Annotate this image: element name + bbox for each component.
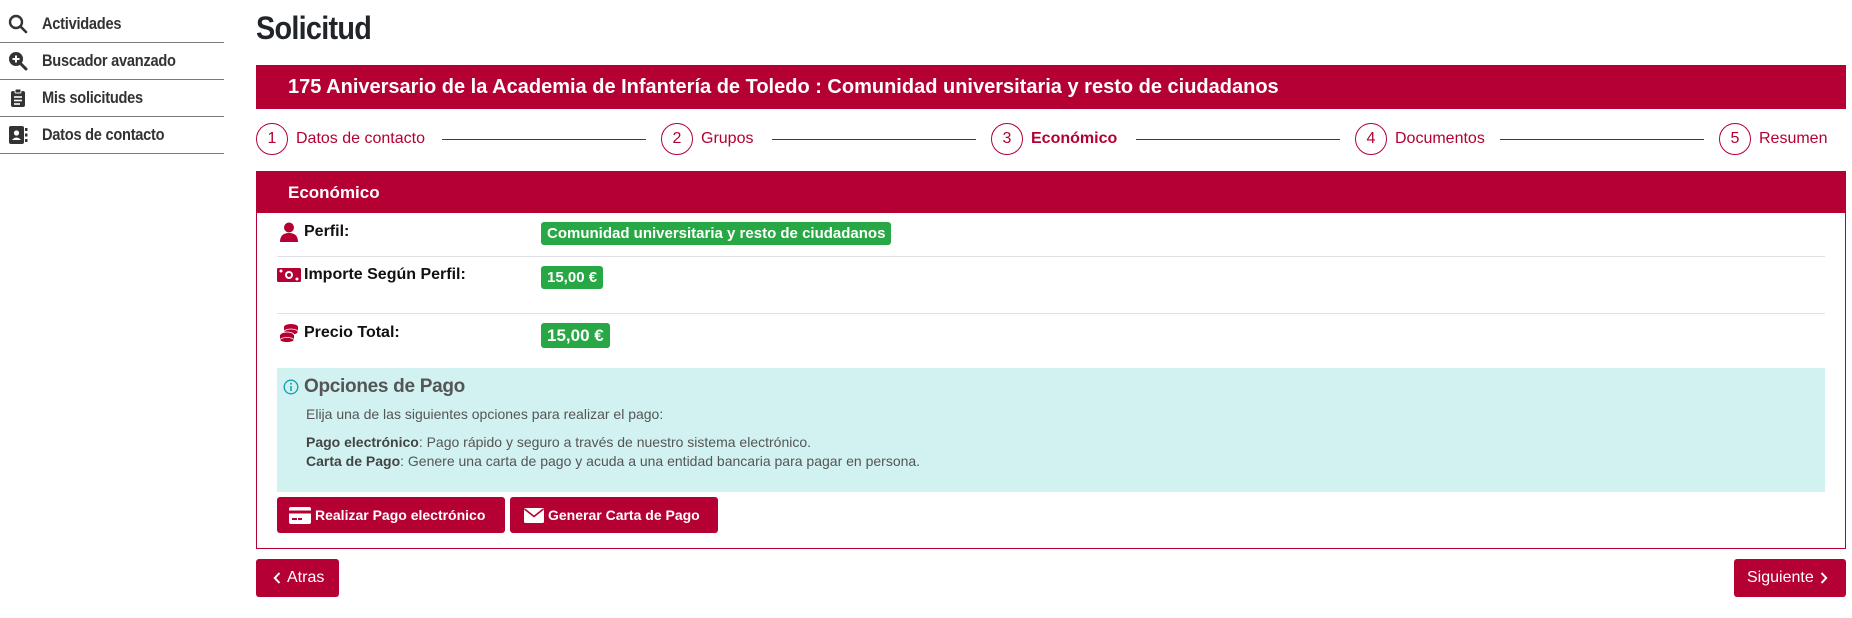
step-label: Grupos [701, 130, 754, 147]
importe-badge: 15,00 € [541, 266, 604, 289]
total-row: Precio Total: 15,00 € [277, 314, 1825, 368]
importe-row: Importe Según Perfil: 15,00 € [277, 257, 1825, 314]
next-button[interactable]: Siguiente [1734, 559, 1846, 597]
step-number: 2 [661, 123, 693, 155]
step-label-active: Económico [1031, 130, 1118, 147]
perfil-row: Perfil: Comunidad universitaria y resto … [277, 213, 1825, 257]
option-name: Pago electrónico [306, 434, 419, 450]
step-number: 4 [1355, 123, 1387, 155]
payment-buttons: Realizar Pago electrónico Generar Carta … [277, 497, 1825, 533]
step-label: Resumen [1759, 130, 1828, 147]
button-label: Atras [287, 569, 325, 586]
payment-options-info: Opciones de Pago Elija una de las siguie… [277, 368, 1825, 492]
step-documentos[interactable]: 4 Documentos [1355, 123, 1485, 155]
step-connector [772, 139, 976, 140]
envelope-icon [524, 507, 544, 523]
search-icon [6, 12, 30, 36]
generate-payment-letter-button[interactable]: Generar Carta de Pago [510, 497, 718, 533]
payment-options-title: Opciones de Pago [304, 376, 465, 397]
importe-label: Importe Según Perfil: [304, 266, 466, 283]
chevron-left-icon [273, 572, 281, 584]
sidebar-item-buscador-avanzado[interactable]: Buscador avanzado [0, 43, 224, 80]
button-label: Siguiente [1747, 569, 1814, 586]
sidebar-item-datos-de-contacto[interactable]: Datos de contacto [0, 117, 224, 154]
total-label: Precio Total: [304, 324, 400, 341]
sidebar-item-label: Mis solicitudes [42, 88, 143, 107]
card-header: Económico [257, 172, 1845, 213]
option-desc: : Pago rápido y seguro a través de nuest… [418, 434, 812, 450]
credit-card-icon [289, 506, 311, 524]
step-connector [1136, 139, 1340, 140]
step-number: 5 [1719, 123, 1751, 155]
payment-intro: Elija una de las siguientes opciones par… [306, 406, 664, 422]
step-label: Documentos [1395, 130, 1485, 147]
payment-option-letter: Carta de Pago: Genere una carta de pago … [306, 453, 1819, 469]
step-number: 3 [991, 123, 1023, 155]
option-desc: : Genere una carta de pago y acuda a una… [400, 453, 921, 469]
step-economico[interactable]: 3 Económico [991, 123, 1117, 155]
step-connector [1500, 139, 1704, 140]
option-name: Carta de Pago [306, 453, 401, 469]
stepper: 1 Datos de contacto 2 Grupos 3 Económico… [256, 109, 1846, 167]
step-datos-de-contacto[interactable]: 1 Datos de contacto [256, 123, 425, 155]
payment-option-electronic: Pago electrónico: Pago rápido y seguro a… [306, 434, 1819, 450]
perfil-label: Perfil: [304, 223, 350, 240]
sidebar-item-actividades[interactable]: Actividades [0, 6, 224, 43]
button-label: Generar Carta de Pago [548, 507, 700, 523]
step-grupos[interactable]: 2 Grupos [661, 123, 753, 155]
zoom-in-icon [6, 49, 30, 73]
step-connector [442, 139, 646, 140]
main-content: Solicitud 175 Aniversario de la Academia… [256, 0, 1846, 549]
clipboard-icon [6, 86, 30, 110]
perfil-badge: Comunidad universitaria y resto de ciuda… [541, 222, 892, 245]
step-label: Datos de contacto [296, 130, 425, 147]
sidebar-item-label: Datos de contacto [42, 125, 165, 144]
step-resumen[interactable]: 5 Resumen [1719, 123, 1827, 155]
coins-icon [277, 323, 301, 343]
button-label: Realizar Pago electrónico [315, 507, 486, 523]
total-badge: 15,00 € [541, 323, 610, 348]
event-title-banner: 175 Aniversario de la Academia de Infant… [256, 65, 1846, 109]
economico-card: Económico Perfil: Comunidad universitari… [256, 171, 1846, 549]
page-title: Solicitud [256, 10, 372, 46]
electronic-payment-button[interactable]: Realizar Pago electrónico [277, 497, 505, 533]
user-icon [277, 222, 301, 242]
step-number: 1 [256, 123, 288, 155]
back-button[interactable]: Atras [256, 559, 339, 597]
address-book-icon [6, 123, 30, 147]
money-bill-icon [277, 267, 301, 283]
sidebar-item-mis-solicitudes[interactable]: Mis solicitudes [0, 80, 224, 117]
sidebar: Actividades Buscador avanzado Mis solici… [0, 6, 224, 154]
sidebar-item-label: Actividades [42, 14, 122, 33]
chevron-right-icon [1820, 572, 1828, 584]
info-circle-icon [283, 379, 299, 395]
sidebar-item-label: Buscador avanzado [42, 51, 176, 70]
